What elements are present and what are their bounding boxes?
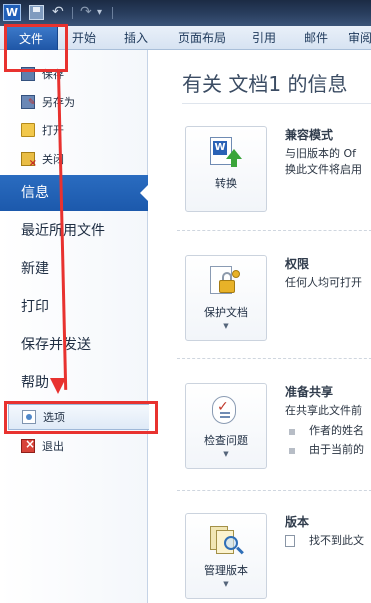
tab-page-layout[interactable]: 页面布局 — [170, 26, 234, 50]
annotation-arrow-head — [50, 378, 66, 394]
protect-document-label: 保护文档 — [204, 306, 248, 319]
convert-document-icon: W — [210, 137, 242, 169]
page-title: 有关 文档1 的信息 — [182, 72, 348, 96]
toolbar-separator — [72, 7, 73, 19]
convert-button-label: 转换 — [215, 177, 237, 190]
convert-button[interactable]: W 转换 — [185, 126, 267, 212]
title-bar: W ↶ ↷ ▾ — [0, 0, 371, 26]
info-pane: 有关 文档1 的信息 W 转换 兼容模式 与旧版本的 Of 换此文件将启用 保护… — [149, 50, 371, 603]
tab-references[interactable]: 引用 — [244, 26, 284, 50]
close-folder-icon — [21, 152, 37, 169]
section-divider — [177, 230, 371, 231]
backstage-nav: 保存 另存为 打开 关闭 信息 最近所用文件 新建 打印 保存并发送 帮助 退出 — [0, 50, 149, 603]
compatibility-text-line: 与旧版本的 Of — [285, 147, 357, 160]
exit-icon — [21, 437, 35, 453]
word-backstage-window: W ↶ ↷ ▾ 文件 开始 插入 页面布局 引用 邮件 审阅 保存 另存为 打开 — [0, 0, 371, 603]
toolbar-separator — [112, 7, 113, 19]
customize-toolbar-icon[interactable]: ▾ — [97, 6, 107, 23]
dropdown-arrow-icon: ▼ — [223, 580, 229, 588]
versions-text-line: 找不到此文 — [309, 534, 364, 547]
redo-icon[interactable]: ↷ — [80, 4, 94, 21]
document-icon — [285, 535, 295, 547]
close-command[interactable]: 关闭 — [0, 145, 148, 173]
save-as-icon — [21, 95, 36, 109]
protect-document-icon — [210, 266, 242, 298]
exit-command[interactable]: 退出 — [0, 432, 148, 460]
dropdown-arrow-icon: ▼ — [223, 450, 229, 458]
tab-review[interactable]: 审阅 — [340, 26, 371, 50]
dropdown-arrow-icon: ▼ — [223, 322, 229, 330]
check-for-issues-icon: ✓ — [210, 394, 242, 426]
check-for-issues-label: 检查问题 — [204, 434, 248, 447]
annotation-box-options — [4, 401, 158, 434]
protect-document-button[interactable]: 保护文档 ▼ — [185, 255, 267, 341]
check-for-issues-button[interactable]: ✓ 检查问题 ▼ — [185, 383, 267, 469]
title-divider — [182, 103, 371, 104]
permissions-heading: 权限 — [285, 257, 310, 271]
section-divider — [177, 490, 371, 491]
tab-insert[interactable]: 插入 — [116, 26, 156, 50]
nav-new[interactable]: 新建 — [0, 251, 148, 287]
word-logo-icon[interactable]: W — [3, 4, 21, 21]
compatibility-text-line: 换此文件将启用 — [285, 163, 362, 176]
versions-heading: 版本 — [285, 515, 310, 529]
undo-icon[interactable]: ↶ — [52, 4, 66, 21]
nav-recent[interactable]: 最近所用文件 — [0, 213, 148, 249]
annotation-box-file — [4, 24, 68, 72]
prepare-sharing-text-line: 在共享此文件前 — [285, 404, 362, 417]
bullet-icon — [289, 448, 295, 454]
nav-info[interactable]: 信息 — [0, 175, 149, 211]
prepare-sharing-bullet: 作者的姓名 — [309, 424, 364, 437]
exit-command-label: 退出 — [42, 440, 64, 453]
open-command[interactable]: 打开 — [0, 116, 148, 144]
section-divider — [177, 358, 371, 359]
manage-versions-label: 管理版本 — [204, 564, 248, 577]
open-folder-icon — [21, 123, 35, 137]
tab-home[interactable]: 开始 — [64, 26, 104, 50]
tab-mailings[interactable]: 邮件 — [296, 26, 336, 50]
manage-versions-icon — [210, 524, 244, 556]
quick-save-icon[interactable] — [29, 5, 44, 20]
compatibility-heading: 兼容模式 — [285, 128, 334, 142]
bullet-icon — [289, 429, 295, 435]
prepare-sharing-heading: 准备共享 — [285, 385, 334, 399]
permissions-text-line: 任何人均可打开 — [285, 276, 362, 289]
prepare-sharing-bullet: 由于当前的 — [309, 443, 364, 456]
nav-help[interactable]: 帮助 — [0, 365, 148, 401]
nav-print[interactable]: 打印 — [0, 289, 148, 325]
manage-versions-button[interactable]: 管理版本 ▼ — [185, 513, 267, 599]
save-as-command[interactable]: 另存为 — [0, 88, 148, 116]
nav-save-and-send[interactable]: 保存并发送 — [0, 327, 148, 363]
